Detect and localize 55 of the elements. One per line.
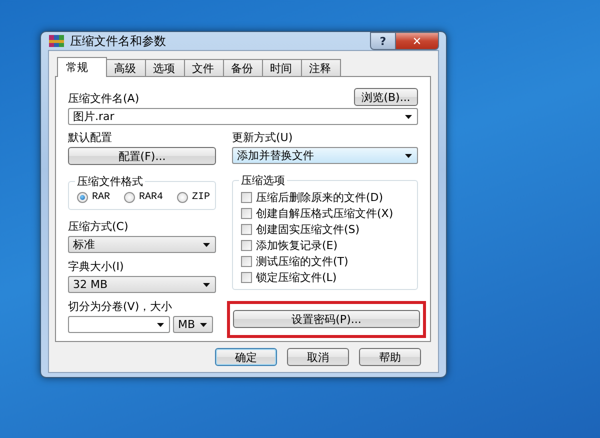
radio-label: ZIP <box>192 192 210 203</box>
set-password-button[interactable]: 设置密码(P)... <box>233 310 420 328</box>
tab[interactable]: 常规 <box>57 57 107 77</box>
app-icon <box>49 34 65 48</box>
close-button[interactable]: ✕ <box>396 32 439 50</box>
group-title: 压缩选项 <box>239 173 287 188</box>
checkbox-label: 压缩后删除原来的文件(D) <box>256 190 384 204</box>
checkbox[interactable] <box>241 224 252 234</box>
radio-button[interactable] <box>124 192 136 203</box>
field-label: 默认配置 <box>68 130 113 145</box>
dialog-button[interactable]: 帮助 <box>359 348 421 366</box>
update-mode-dropdown[interactable]: 添加并替换文件 <box>232 147 418 164</box>
checkbox-label: 测试压缩的文件(T) <box>256 254 348 268</box>
field-label: 压缩方式(C) <box>68 219 130 234</box>
caret-icon <box>405 114 412 118</box>
tab[interactable]: 选项 <box>145 59 185 76</box>
dictionary-size-dropdown[interactable]: 32 MB <box>68 276 216 293</box>
checkbox-label: 锁定压缩文件(L) <box>256 270 337 284</box>
checkbox[interactable] <box>241 208 252 218</box>
field-label: 压缩文件名(A) <box>68 91 140 106</box>
tab[interactable]: 时间 <box>262 59 302 76</box>
radio-button[interactable] <box>177 192 188 203</box>
tab[interactable]: 备份 <box>223 59 263 76</box>
dialog-button[interactable]: 确定 <box>215 348 277 366</box>
help-button[interactable]: ? <box>370 32 396 50</box>
tab[interactable]: 文件 <box>184 59 224 76</box>
checkbox-label: 添加恢复记录(E) <box>256 238 338 252</box>
radio-label: RAR4 <box>139 192 164 203</box>
checkbox-label: 创建自解压格式压缩文件(X) <box>256 206 394 220</box>
checkbox[interactable] <box>241 192 252 202</box>
profiles-button[interactable]: 配置(F)... <box>68 147 216 165</box>
checkbox-label: 创建固实压缩文件(S) <box>256 222 360 236</box>
caret-icon <box>203 282 210 286</box>
caret-icon <box>200 322 207 326</box>
volume-size-dropdown[interactable] <box>68 316 170 333</box>
checkbox[interactable] <box>241 256 252 266</box>
checkbox[interactable] <box>241 272 252 282</box>
browse-button[interactable]: 浏览(B)... <box>354 88 418 106</box>
field-label: 字典大小(I) <box>68 259 125 274</box>
dialog-button[interactable]: 取消 <box>287 348 349 366</box>
tab[interactable]: 注释 <box>301 59 341 76</box>
tab[interactable]: 高级 <box>106 59 146 76</box>
field-label: 更新方式(U) <box>232 130 294 145</box>
compression-method-dropdown[interactable]: 标准 <box>68 236 216 253</box>
field-label: 切分为分卷(V)，大小 <box>68 299 174 314</box>
group-title: 压缩文件格式 <box>75 174 145 189</box>
caret-icon <box>203 242 210 246</box>
radio-button[interactable] <box>77 192 88 203</box>
checkbox[interactable] <box>241 240 252 250</box>
radio-label: RAR <box>92 192 110 203</box>
unit-dropdown[interactable]: MB <box>173 316 213 333</box>
caret-icon <box>405 154 412 158</box>
caret-icon <box>157 322 164 326</box>
window-title: 压缩文件名和参数 <box>70 32 167 50</box>
archive-name-dropdown[interactable]: 图片.rar <box>68 108 418 125</box>
